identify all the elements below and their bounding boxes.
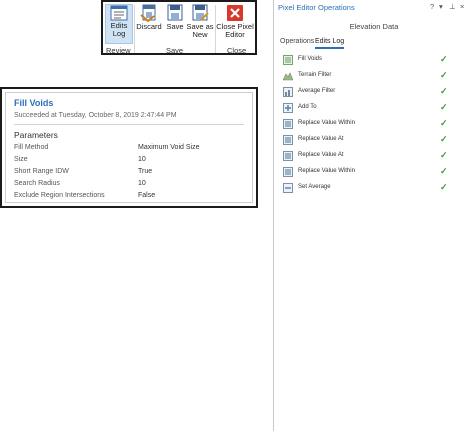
popup-title: Fill Voids: [14, 98, 54, 108]
save-button[interactable]: Save: [164, 4, 186, 31]
list-item-label: Add To: [298, 104, 317, 110]
edits-log-button[interactable]: Edits Log: [105, 4, 133, 44]
pixel-editor-operations-pane: Pixel Editor Operations ? ▾ ⊥ × Elevatio…: [273, 0, 474, 431]
save-as-new-label: Save as New: [186, 22, 214, 39]
list-item[interactable]: Fill Voids ✓: [283, 54, 459, 68]
pixel-editor-ribbon: Edits Log Discard Save Save as New Close…: [101, 0, 257, 55]
fill-voids-icon: [283, 55, 293, 65]
help-icon[interactable]: ?: [430, 2, 434, 11]
discard-button[interactable]: Discard: [135, 4, 163, 31]
list-item-label: Average Filter: [298, 88, 336, 94]
discard-icon: [140, 4, 156, 22]
list-item-label: Set Average: [298, 184, 331, 190]
pane-title: Pixel Editor Operations: [278, 3, 355, 12]
close-icon[interactable]: ×: [460, 2, 464, 11]
check-icon: ✓: [440, 150, 448, 160]
popup-inner-frame: Fill Voids Succeeded at Tuesday, October…: [5, 92, 253, 203]
save-as-new-icon: [192, 4, 209, 21]
list-item[interactable]: Terrain Filter ✓: [283, 70, 459, 84]
list-item[interactable]: Replace Value At ✓: [283, 150, 459, 164]
list-item-label: Replace Value Within: [298, 120, 355, 126]
replace-value-icon: [283, 151, 293, 161]
pane-header: Pixel Editor Operations ? ▾ ⊥ ×: [274, 0, 474, 14]
close-pixel-editor-button[interactable]: Close Pixel Editor: [216, 4, 254, 39]
replace-value-icon: [283, 167, 293, 177]
terrain-filter-icon: [283, 72, 293, 81]
list-item-label: Replace Value Within: [298, 168, 355, 174]
list-item-label: Terrain Filter: [298, 72, 332, 78]
list-item[interactable]: Replace Value At ✓: [283, 134, 459, 148]
add-to-icon: [283, 103, 293, 113]
check-icon: ✓: [440, 166, 448, 176]
popup-status: Succeeded at Tuesday, October 8, 2019 2:…: [14, 112, 177, 119]
ribbon-separator: [134, 5, 135, 53]
tab-operations[interactable]: Operations: [280, 38, 314, 47]
discard-label: Discard: [136, 22, 162, 31]
list-item[interactable]: Replace Value Within ✓: [283, 166, 459, 180]
tab-edits-log[interactable]: Edits Log: [315, 38, 345, 49]
replace-value-icon: [283, 135, 293, 145]
param-name: Exclude Region Intersections: [14, 192, 105, 199]
save-label: Save: [166, 22, 184, 31]
param-value: True: [138, 168, 153, 175]
param-name: Short Range IDW: [14, 168, 69, 175]
list-item[interactable]: Replace Value Within ✓: [283, 118, 459, 132]
close-icon: [227, 5, 243, 21]
popup-divider: [14, 124, 244, 125]
param-value: False: [138, 192, 156, 199]
check-icon: ✓: [440, 182, 448, 192]
group-label-review: Review: [106, 46, 131, 55]
save-as-new-button[interactable]: Save as New: [186, 4, 214, 39]
layer-heading: Elevation Data: [349, 22, 399, 31]
check-icon: ✓: [440, 118, 448, 128]
replace-value-icon: [283, 119, 293, 129]
group-label-close: Close: [227, 46, 247, 55]
list-item[interactable]: Add To ✓: [283, 102, 459, 116]
average-filter-icon: [283, 87, 293, 97]
list-item[interactable]: Set Average ✓: [283, 182, 459, 196]
ribbon-separator: [215, 5, 216, 53]
param-value: Maximum Void Size: [138, 144, 200, 151]
group-label-save: Save: [166, 46, 184, 55]
list-item[interactable]: Average Filter ✓: [283, 86, 459, 100]
pin-icon[interactable]: ⊥: [449, 2, 456, 11]
edits-log-label: Edits Log: [110, 21, 128, 38]
param-name: Fill Method: [14, 144, 49, 151]
close-pixel-editor-label: Close Pixel Editor: [216, 22, 254, 39]
list-item-label: Replace Value At: [298, 136, 344, 142]
edits-log-icon: [110, 5, 128, 21]
check-icon: ✓: [440, 86, 448, 96]
check-icon: ✓: [440, 70, 448, 80]
param-value: 10: [138, 180, 146, 187]
check-icon: ✓: [440, 134, 448, 144]
list-item-label: Fill Voids: [298, 56, 323, 62]
check-icon: ✓: [440, 54, 448, 64]
param-name: Search Radius: [14, 180, 60, 187]
pane-menu-chevron-icon[interactable]: ▾: [439, 2, 443, 11]
save-icon: [167, 4, 183, 21]
set-average-icon: [283, 183, 293, 193]
list-item-label: Replace Value At: [298, 152, 344, 158]
check-icon: ✓: [440, 102, 448, 112]
params-heading: Parameters: [14, 130, 58, 140]
param-name: Size: [14, 156, 28, 163]
param-value: 10: [138, 156, 146, 163]
operation-details-popup: Fill Voids Succeeded at Tuesday, October…: [0, 87, 258, 208]
